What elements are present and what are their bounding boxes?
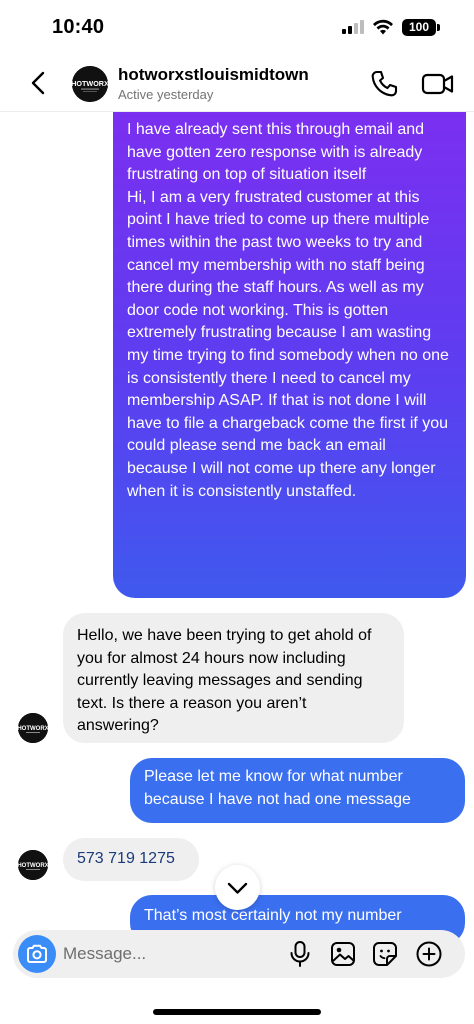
message-text: Hi, I am a very frustrated customer at t…: [127, 188, 449, 500]
scroll-to-bottom-button[interactable]: [215, 865, 260, 910]
message-text: I have already sent this through email a…: [127, 121, 425, 184]
svg-text:HOTWORX: HOTWORX: [72, 79, 108, 88]
message-text: Hello, we have been trying to get ahold …: [77, 627, 372, 735]
cellular-signal-icon: [342, 20, 364, 34]
plus-circle-icon[interactable]: [415, 940, 443, 968]
chevron-left-icon[interactable]: [24, 68, 54, 98]
message-text: 573 719 1275: [77, 850, 175, 867]
status-bar: 10:40 100: [0, 0, 474, 56]
hotworx-logo-icon: HOTWORX: [72, 66, 108, 102]
avatar[interactable]: HOTWORX: [72, 66, 108, 102]
message-input[interactable]: [63, 942, 263, 966]
message-composer: [13, 930, 465, 978]
microphone-icon[interactable]: [287, 940, 313, 968]
status-time: 10:40: [52, 16, 105, 38]
video-camera-icon[interactable]: [420, 68, 456, 100]
camera-button[interactable]: [18, 935, 56, 973]
sender-avatar[interactable]: HOTWORX: [18, 850, 48, 880]
camera-icon: [27, 944, 47, 963]
home-indicator: [153, 1009, 321, 1015]
contact-activity-status: Active yesterday: [118, 87, 214, 102]
image-icon[interactable]: [329, 940, 357, 968]
hotworx-logo-icon: HOTWORX: [18, 850, 48, 880]
message-incoming[interactable]: Hello, we have been trying to get ahold …: [63, 613, 404, 743]
battery-tip: [437, 24, 440, 31]
message-outgoing[interactable]: Please let me know for what number becau…: [130, 758, 465, 823]
message-outgoing[interactable]: I have already sent this through email a…: [113, 112, 466, 598]
wifi-icon: [373, 19, 393, 35]
battery-indicator: 100: [402, 19, 436, 36]
contact-name[interactable]: hotworxstlouismidtown: [118, 65, 309, 85]
message-text: That’s most certainly not my number: [144, 907, 402, 924]
sticker-icon[interactable]: [371, 940, 399, 968]
svg-text:HOTWORX: HOTWORX: [18, 726, 48, 732]
hotworx-logo-icon: HOTWORX: [18, 713, 48, 743]
sender-avatar[interactable]: HOTWORX: [18, 713, 48, 743]
chevron-down-icon: [227, 882, 248, 894]
phone-icon[interactable]: [368, 68, 400, 100]
svg-text:HOTWORX: HOTWORX: [18, 863, 48, 869]
message-incoming[interactable]: 573 719 1275: [63, 838, 199, 881]
message-text: Please let me know for what number becau…: [144, 768, 411, 808]
chat-header: HOTWORX hotworxstlouismidtown Active yes…: [0, 56, 474, 112]
